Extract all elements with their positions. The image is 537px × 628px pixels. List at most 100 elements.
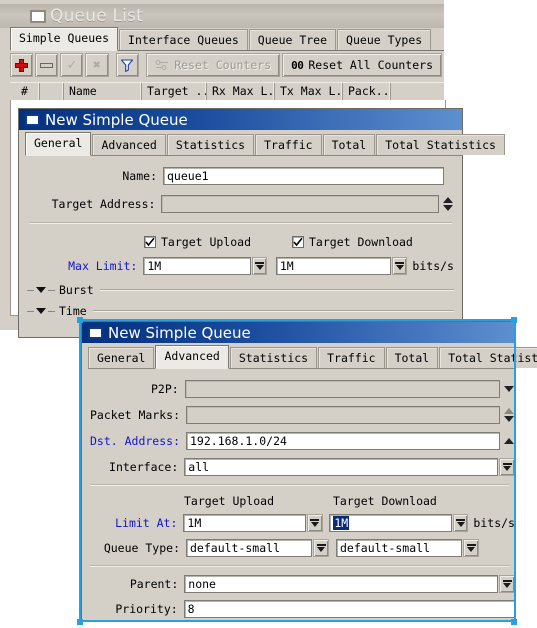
dropdown-arrow-icon	[456, 519, 466, 527]
name-label: Name:	[122, 169, 157, 183]
tab-general[interactable]: General	[25, 132, 92, 156]
burst-dash	[27, 289, 34, 291]
enable-button[interactable]: ✓	[60, 53, 84, 77]
add-button[interactable]	[10, 53, 34, 77]
limit-at-download-dropdown[interactable]	[452, 514, 469, 532]
max-limit-download-dropdown[interactable]	[392, 257, 408, 275]
queue-list-title: Queue List	[50, 6, 143, 26]
max-limit-units: bits/s	[412, 259, 454, 273]
queue-list-titlebar: Queue List	[0, 4, 444, 28]
p2p-input[interactable]	[184, 380, 501, 398]
reset-all-counters-button[interactable]: 00 Reset All Counters	[282, 53, 442, 77]
time-label: Time	[59, 304, 87, 318]
queue-type-upload-input[interactable]: default-small	[186, 539, 312, 557]
parent-input[interactable]: none	[184, 575, 499, 593]
checkbox-icon	[144, 236, 156, 248]
target-headers-row: Target Upload Target Download	[90, 493, 515, 509]
target-address-row: Target Address:	[27, 194, 454, 214]
tab-simple-queues[interactable]: Simple Queues	[10, 27, 119, 51]
advanced-dialog-body: P2P: Packet Marks: Dst. Address: 192.168…	[82, 369, 515, 619]
column-header-tx-max-limit[interactable]: Tx Max L...	[275, 83, 343, 101]
screen: Queue List Simple Queues Interface Queue…	[0, 0, 537, 628]
tab-statistics[interactable]: Statistics	[166, 134, 255, 155]
queue-type-download-input[interactable]: default-small	[336, 539, 462, 557]
p2p-dropdown[interactable]	[502, 380, 515, 398]
chevron-up-icon	[503, 438, 514, 444]
target-download-checkbox[interactable]: Target Download	[292, 235, 413, 249]
tab-queue-types[interactable]: Queue Types	[337, 29, 432, 50]
max-limit-upload-input[interactable]: 1M	[143, 257, 252, 275]
advanced-dialog-titlebar[interactable]: New Simple Queue	[82, 322, 515, 343]
time-section-toggle[interactable]: Time	[27, 302, 454, 320]
column-header-index[interactable]: #	[10, 83, 40, 101]
limit-at-download-input[interactable]: 1M	[329, 514, 452, 532]
dst-address-input[interactable]: 192.168.1.0/24	[186, 432, 501, 450]
reset-counters-button[interactable]: Reset Counters	[146, 53, 281, 77]
window-square-icon	[88, 326, 103, 339]
queue-type-upload-dropdown[interactable]	[313, 539, 329, 557]
p2p-row: P2P:	[90, 379, 515, 399]
column-header-rx-max-limit[interactable]: Rx Max L...	[207, 83, 275, 101]
burst-dash2	[48, 289, 55, 291]
resize-handle-nw[interactable]	[77, 317, 83, 323]
column-header-spacer	[391, 83, 444, 101]
max-limit-upload-dropdown[interactable]	[252, 257, 268, 275]
minus-icon	[40, 62, 54, 68]
general-dialog-body: Name: queue1 Target Address: Target Uplo…	[19, 156, 462, 320]
limit-at-download-selection: 1M	[333, 516, 350, 530]
chevron-down-icon	[442, 205, 453, 211]
tab-general[interactable]: General	[88, 347, 155, 368]
resize-handle-ne[interactable]	[511, 317, 517, 323]
tab-queue-tree[interactable]: Queue Tree	[248, 29, 337, 50]
tab-statistics[interactable]: Statistics	[229, 347, 318, 368]
priority-input[interactable]: 8	[183, 600, 515, 618]
target-address-input[interactable]	[161, 195, 440, 213]
max-limit-download-input[interactable]: 1M	[275, 257, 392, 275]
window-square-icon	[30, 9, 46, 23]
tab-advanced[interactable]: Advanced	[155, 345, 229, 369]
max-limit-label: Max Limit:	[68, 259, 138, 273]
general-dialog-titlebar[interactable]: New Simple Queue	[19, 109, 462, 130]
tab-total[interactable]: Total	[322, 134, 376, 155]
limit-at-upload-input[interactable]: 1M	[183, 514, 306, 532]
tab-interface-queues[interactable]: Interface Queues	[119, 29, 248, 50]
resize-handle-se[interactable]	[511, 619, 517, 625]
tab-traffic[interactable]: Traffic	[318, 347, 385, 368]
dropdown-arrow-icon	[395, 262, 405, 270]
dst-address-stepper[interactable]	[502, 432, 515, 450]
dropdown-arrow-icon	[316, 544, 326, 552]
dropdown-arrow-icon	[255, 262, 265, 270]
disable-button[interactable]: ✖	[85, 53, 109, 77]
dropdown-arrow-icon	[502, 463, 512, 471]
name-input[interactable]: queue1	[163, 167, 444, 185]
column-header-name[interactable]: Name	[64, 83, 142, 101]
interface-input[interactable]: all	[184, 458, 499, 476]
tab-advanced[interactable]: Advanced	[92, 134, 166, 155]
chevron-down-icon	[503, 386, 514, 392]
reset-all-counters-label: Reset All Counters	[308, 58, 433, 72]
filter-button[interactable]	[115, 53, 139, 77]
column-header-target[interactable]: Target ...	[142, 83, 207, 101]
queue-type-label: Queue Type:	[103, 541, 180, 555]
queue-type-download-dropdown[interactable]	[463, 539, 479, 557]
packet-marks-input[interactable]	[186, 406, 501, 424]
tab-total-statistics[interactable]: Total Statistics	[376, 134, 505, 155]
tab-traffic[interactable]: Traffic	[255, 134, 322, 155]
advanced-dialog-tabs: General Advanced Statistics Traffic Tota…	[88, 345, 537, 369]
tab-total[interactable]: Total	[385, 347, 439, 368]
remove-button[interactable]	[35, 53, 59, 77]
tab-total-statistics[interactable]: Total Statistics	[439, 347, 537, 368]
column-header-flags[interactable]	[40, 83, 64, 101]
interface-dropdown[interactable]	[499, 458, 515, 476]
resize-handle-sw[interactable]	[77, 619, 83, 625]
name-row: Name: queue1	[27, 166, 454, 186]
parent-dropdown[interactable]	[499, 575, 515, 593]
packet-marks-stepper[interactable]	[502, 406, 515, 424]
max-limit-row: Max Limit: 1M 1M bits/s	[27, 256, 454, 276]
reset-all-counters-icon: 00	[291, 58, 304, 72]
column-header-packets[interactable]: Pack...	[343, 83, 391, 101]
target-address-stepper[interactable]	[441, 195, 454, 213]
limit-at-upload-dropdown[interactable]	[306, 514, 323, 532]
burst-section-toggle[interactable]: Burst	[27, 281, 454, 299]
target-upload-checkbox[interactable]: Target Upload	[144, 235, 292, 249]
